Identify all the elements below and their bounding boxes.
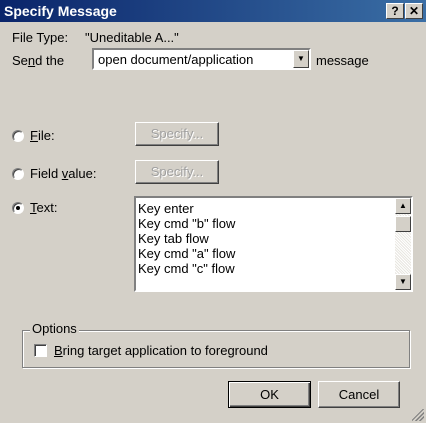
field-specify-button[interactable]: Specify... <box>135 160 219 184</box>
field-value-radio-label: Field value: <box>30 166 97 181</box>
title-bar[interactable]: Specify Message ? ✕ <box>0 0 426 22</box>
text-line: Key cmd "b" flow <box>138 216 236 231</box>
field-value-radio[interactable] <box>12 168 24 180</box>
scroll-thumb[interactable] <box>395 216 411 232</box>
file-radio-label: File: <box>30 128 55 143</box>
text-line: Key cmd "c" flow <box>138 261 235 276</box>
message-type-select[interactable]: open document/application ▼ <box>92 48 311 70</box>
text-line: Key cmd "a" flow <box>138 246 236 261</box>
text-lines: Key enter Key cmd "b" flow Key tab flow … <box>136 201 391 276</box>
bring-to-front-label: Bring target application to foreground <box>54 343 268 358</box>
scroll-down-icon[interactable]: ▼ <box>395 274 411 290</box>
text-radio-label: Text: <box>30 200 58 215</box>
file-type-label: File Type: <box>12 30 69 45</box>
text-line: Key tab flow <box>138 231 209 246</box>
close-button[interactable]: ✕ <box>405 3 423 19</box>
scroll-up-icon[interactable]: ▲ <box>395 198 411 214</box>
file-specify-button[interactable]: Specify... <box>135 122 219 146</box>
file-radio[interactable] <box>12 130 24 142</box>
radio-selected-dot <box>16 206 20 210</box>
file-type-value: "Uneditable A..." <box>85 30 179 45</box>
ok-button[interactable]: OK <box>228 381 311 408</box>
send-suffix-label: message <box>316 53 369 68</box>
window-title: Specify Message <box>4 3 117 19</box>
text-radio[interactable] <box>12 202 24 214</box>
cancel-button[interactable]: Cancel <box>318 381 400 408</box>
vertical-scrollbar[interactable]: ▲ ▼ <box>395 198 411 290</box>
message-type-value: open document/application <box>98 52 254 67</box>
resize-grip-icon[interactable] <box>412 409 424 421</box>
text-area[interactable]: Key enter Key cmd "b" flow Key tab flow … <box>134 196 413 292</box>
dropdown-arrow-icon[interactable]: ▼ <box>293 50 309 68</box>
send-prefix-label: Send the <box>12 53 65 68</box>
help-button[interactable]: ? <box>386 3 404 19</box>
bring-to-front-checkbox[interactable] <box>34 344 47 357</box>
options-group-label: Options <box>30 321 79 336</box>
text-line: Key enter <box>138 201 194 216</box>
